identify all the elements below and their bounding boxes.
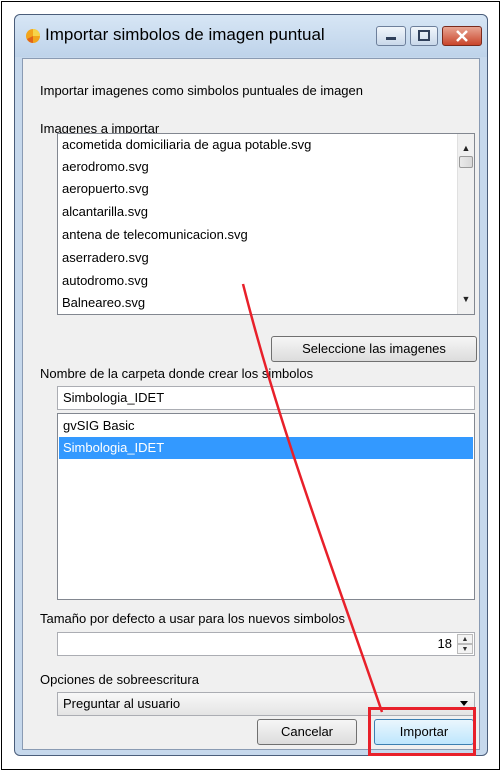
dialog-client-area: Importar imagenes como simbolos puntuale…	[22, 58, 480, 750]
images-list[interactable]: acometida domiciliaria de agua potable.s…	[57, 133, 475, 315]
title-bar[interactable]: Importar simbolos de imagen puntual	[15, 15, 487, 57]
scroll-up-icon[interactable]: ▲	[458, 140, 474, 157]
cancel-button[interactable]: Cancelar	[257, 719, 357, 745]
list-item-selected[interactable]: Simbologia_IDET	[59, 437, 473, 459]
window-title: Importar simbolos de imagen puntual	[45, 25, 325, 44]
images-scrollbar[interactable]: ▲ ▼	[457, 134, 474, 314]
overwrite-value: Preguntar al usuario	[63, 696, 181, 711]
size-label: Tamaño por defecto a usar para los nuevo…	[40, 611, 345, 626]
spin-down-icon[interactable]: ▼	[457, 644, 473, 654]
spinner-arrows[interactable]: ▲ ▼	[457, 634, 473, 654]
list-item[interactable]: aerodromo.svg	[62, 156, 149, 178]
folders-list[interactable]: gvSIG Basic Simbologia_IDET	[57, 413, 475, 600]
maximize-button[interactable]	[410, 26, 438, 46]
maximize-icon	[418, 30, 430, 41]
overwrite-label: Opciones de sobreescritura	[40, 672, 199, 687]
list-item[interactable]: antena de telecomunicacion.svg	[62, 224, 248, 246]
gvsig-icon	[26, 29, 40, 43]
select-images-button[interactable]: Seleccione las imagenes	[271, 336, 477, 362]
highlight-box-annotation	[368, 707, 476, 756]
list-item[interactable]: autodromo.svg	[62, 270, 148, 292]
chevron-down-icon	[460, 701, 468, 706]
list-item[interactable]: alcantarilla.svg	[62, 201, 148, 223]
dialog-window: Importar simbolos de imagen puntual Impo…	[14, 14, 488, 756]
folder-label: Nombre de la carpeta donde crear los sim…	[40, 366, 314, 381]
list-item[interactable]: Balneareo.svg	[62, 292, 145, 314]
size-spinner[interactable]: 18 ▲ ▼	[57, 632, 475, 656]
minimize-button[interactable]	[376, 26, 406, 46]
list-item[interactable]: aeropuerto.svg	[62, 178, 149, 200]
size-value: 18	[437, 636, 452, 651]
spin-up-icon[interactable]: ▲	[457, 634, 473, 644]
list-item[interactable]: gvSIG Basic	[59, 415, 473, 437]
list-item[interactable]: acometida domiciliaria de agua potable.s…	[62, 134, 311, 156]
close-button[interactable]	[442, 26, 482, 46]
description-text: Importar imagenes como simbolos puntuale…	[40, 83, 364, 98]
close-icon	[456, 30, 468, 42]
folder-name-input[interactable]: Simbologia_IDET	[57, 386, 475, 410]
list-item[interactable]: aserradero.svg	[62, 247, 149, 269]
minimize-icon	[386, 37, 396, 40]
scroll-thumb[interactable]	[459, 156, 473, 168]
scroll-down-icon[interactable]: ▼	[458, 291, 474, 308]
